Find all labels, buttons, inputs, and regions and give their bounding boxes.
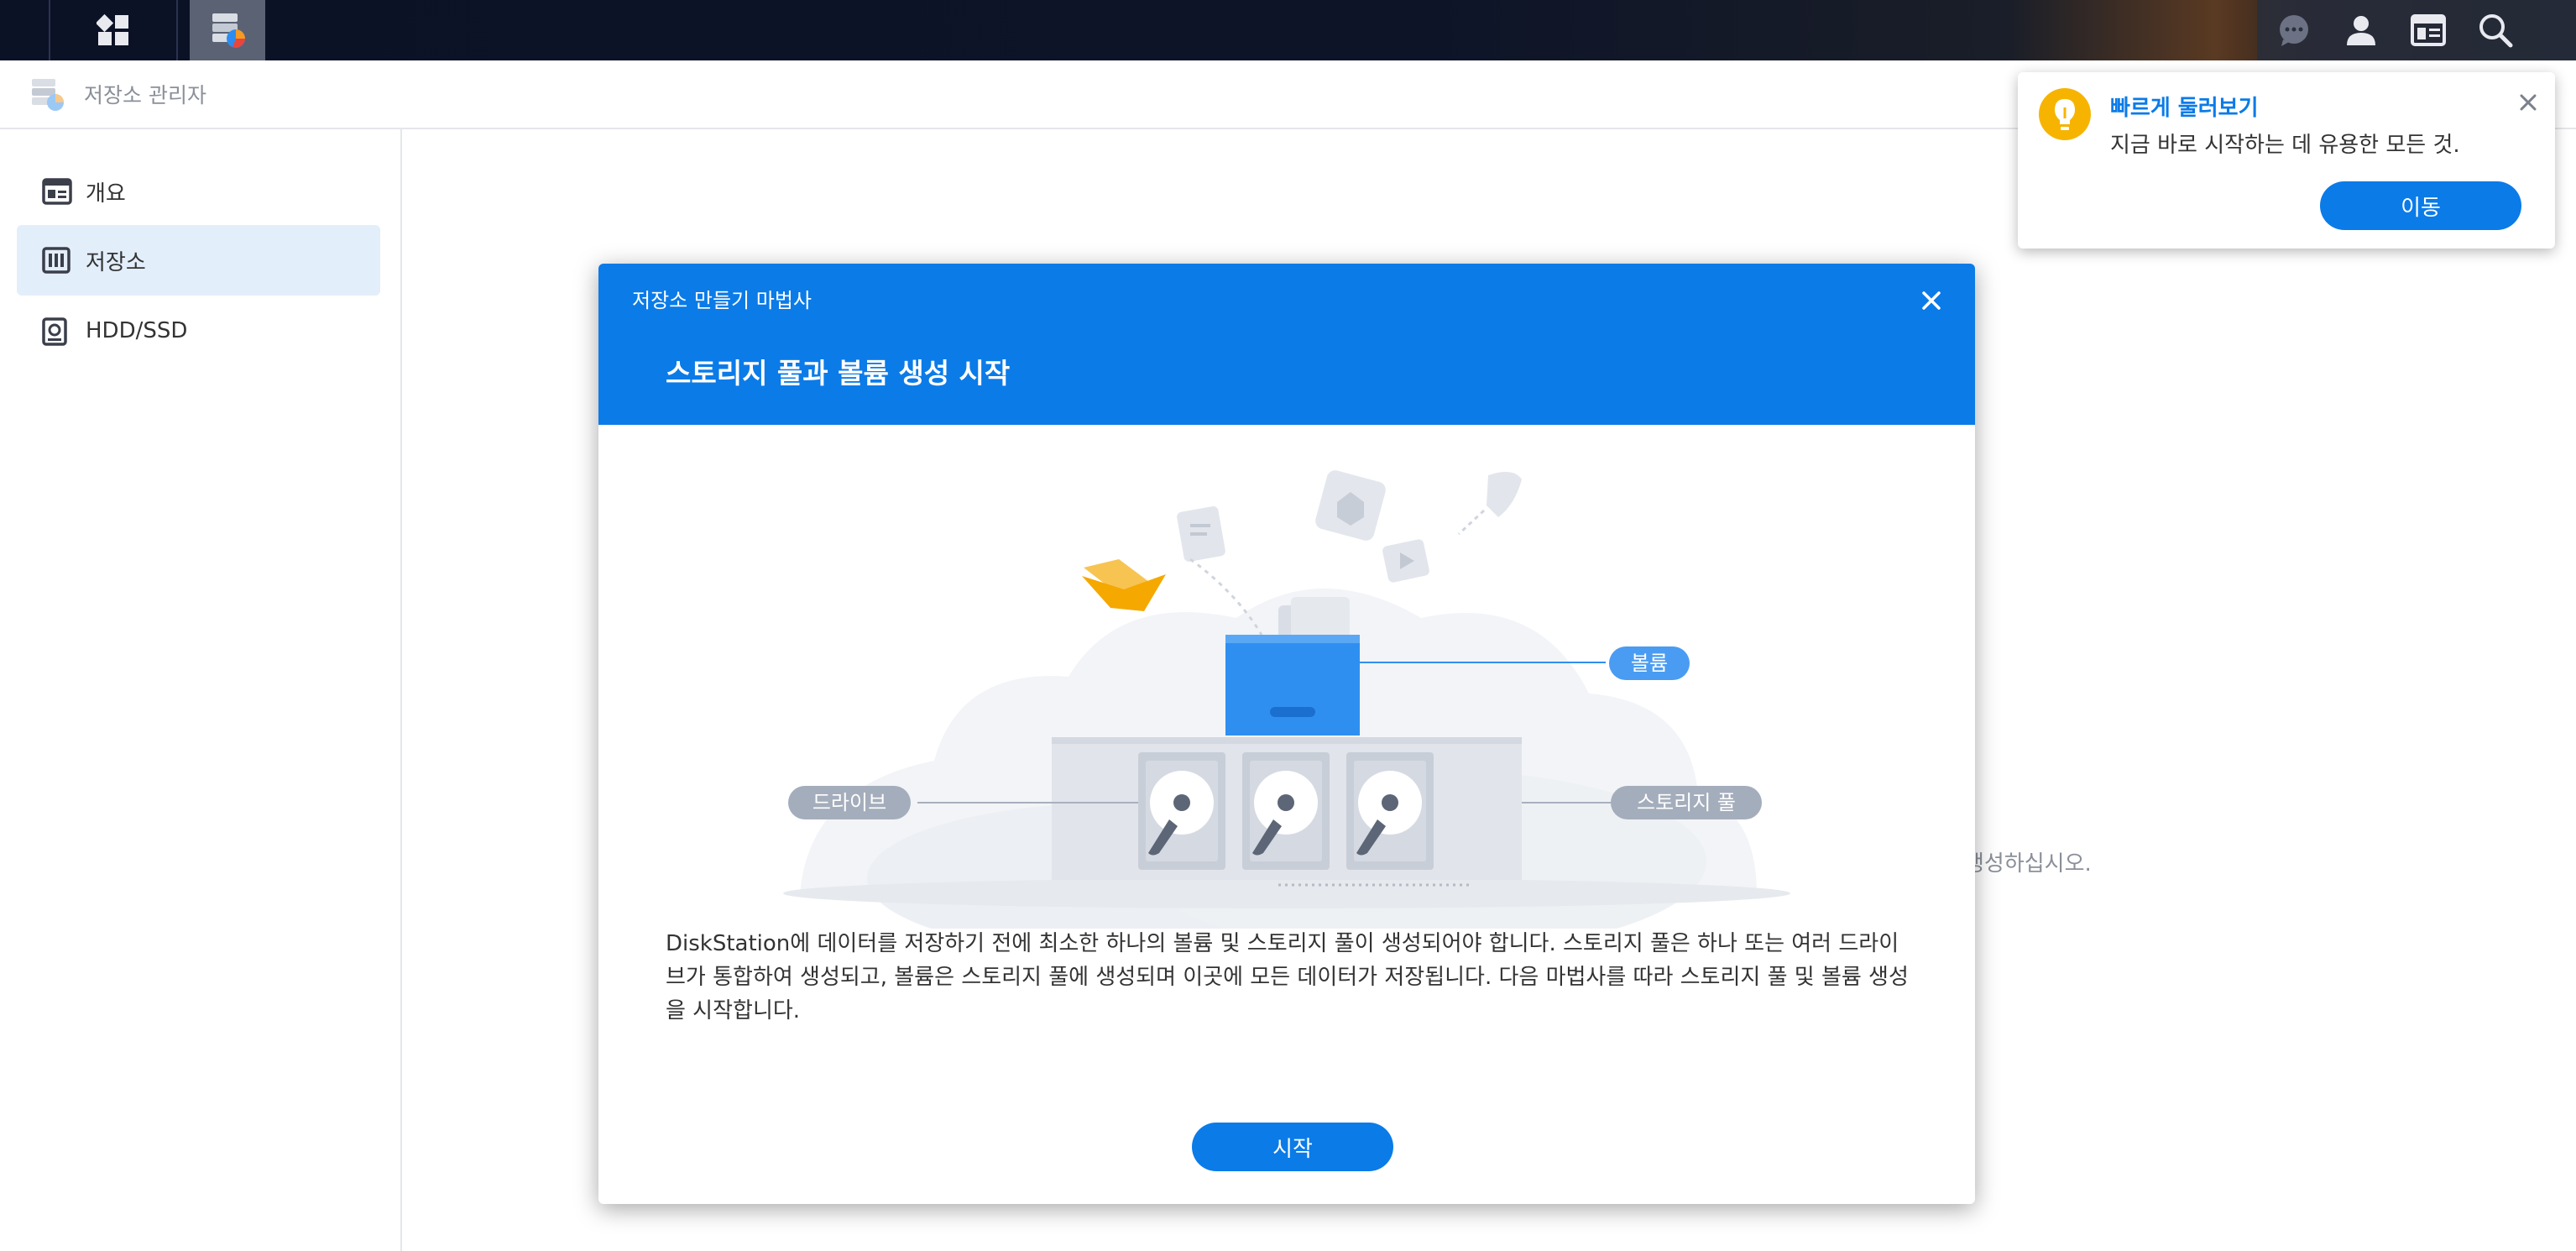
dialog-header: 저장소 만들기 마법사 스토리지 풀과 볼륨 생성 시작 bbox=[598, 264, 1975, 425]
start-button[interactable]: 시작 bbox=[1192, 1123, 1393, 1171]
main-menu-icon bbox=[97, 13, 128, 45]
close-icon bbox=[1922, 291, 1941, 310]
storage-icon bbox=[42, 247, 71, 274]
sidebar-item-storage[interactable]: 저장소 bbox=[17, 225, 380, 296]
quick-tour-notification: 빠르게 둘러보기 지금 바로 시작하는 데 유용한 모든 것. 이동 bbox=[2018, 72, 2555, 249]
pool-label-pill: 스토리지 풀 bbox=[1611, 786, 1762, 819]
background-hint-text: 생성하십시오. bbox=[1964, 851, 2092, 877]
sidebar-item-label: 개요 bbox=[86, 181, 126, 207]
sidebar-item-hdd-ssd[interactable]: HDD/SSD bbox=[17, 296, 380, 366]
user-button[interactable] bbox=[2328, 0, 2395, 60]
volume-box bbox=[1225, 635, 1360, 735]
dialog-heading: 스토리지 풀과 볼륨 생성 시작 bbox=[666, 357, 1011, 390]
sidebar-item-overview[interactable]: 개요 bbox=[17, 156, 380, 227]
storage-manager-icon bbox=[32, 79, 64, 111]
toast-go-button[interactable]: 이동 bbox=[2320, 181, 2521, 230]
storage-manager-icon bbox=[212, 13, 245, 48]
pool-label: 스토리지 풀 bbox=[1637, 791, 1736, 814]
folder-icon bbox=[1082, 559, 1166, 611]
widgets-icon bbox=[2411, 14, 2446, 46]
sidebar-item-label: 저장소 bbox=[86, 249, 146, 275]
notifications-button[interactable] bbox=[2260, 0, 2328, 60]
wizard-title: 저장소 만들기 마법사 bbox=[632, 289, 812, 312]
close-icon bbox=[2520, 94, 2537, 111]
toast-title: 빠르게 둘러보기 bbox=[2110, 96, 2259, 121]
sidebar: 개요 저장소 HDD/SSD bbox=[0, 129, 402, 1251]
drive-1 bbox=[1138, 752, 1225, 870]
chat-icon bbox=[2280, 15, 2308, 46]
floor-shadow bbox=[783, 878, 1790, 908]
lightbulb-icon bbox=[2039, 88, 2091, 140]
overview-icon bbox=[42, 178, 72, 205]
taskbar-tray bbox=[2257, 0, 2576, 60]
drive-2 bbox=[1242, 752, 1330, 870]
rocket-icon bbox=[1457, 472, 1522, 536]
synology-logo-icon bbox=[1315, 470, 1386, 541]
drive-label-pill: 드라이브 bbox=[788, 786, 911, 819]
window-title: 저장소 관리자 bbox=[84, 83, 206, 107]
video-icon bbox=[1382, 539, 1429, 583]
storage-wizard-dialog: 저장소 만들기 마법사 스토리지 풀과 볼륨 생성 시작 볼륨 드라이브 스토리… bbox=[598, 264, 1975, 1204]
search-button[interactable] bbox=[2462, 0, 2529, 60]
drive-3 bbox=[1346, 752, 1434, 870]
drive-label: 드라이브 bbox=[813, 791, 886, 814]
dialog-description: DiskStation에 데이터를 저장하기 전에 최소한 하나의 볼륨 및 스… bbox=[666, 931, 1909, 1023]
search-icon bbox=[2479, 14, 2513, 48]
toast-close-button[interactable] bbox=[2513, 87, 2543, 118]
widgets-button[interactable] bbox=[2395, 0, 2462, 60]
sidebar-item-label: HDD/SSD bbox=[86, 318, 188, 343]
toast-message: 지금 바로 시작하는 데 유용한 모든 것. bbox=[2110, 133, 2460, 158]
document-icon bbox=[1177, 506, 1225, 562]
main-menu-button[interactable] bbox=[49, 0, 178, 60]
hdd-icon bbox=[42, 317, 67, 346]
volume-label: 볼륨 bbox=[1631, 652, 1668, 675]
storage-manager-taskbar-button[interactable] bbox=[190, 0, 265, 60]
taskbar bbox=[0, 0, 2576, 60]
storage-illustration: 볼륨 드라이브 스토리지 풀 bbox=[783, 470, 1790, 929]
dialog-close-button[interactable] bbox=[1915, 284, 1948, 317]
volume-label-pill: 볼륨 bbox=[1609, 646, 1690, 680]
user-icon bbox=[2347, 16, 2375, 45]
